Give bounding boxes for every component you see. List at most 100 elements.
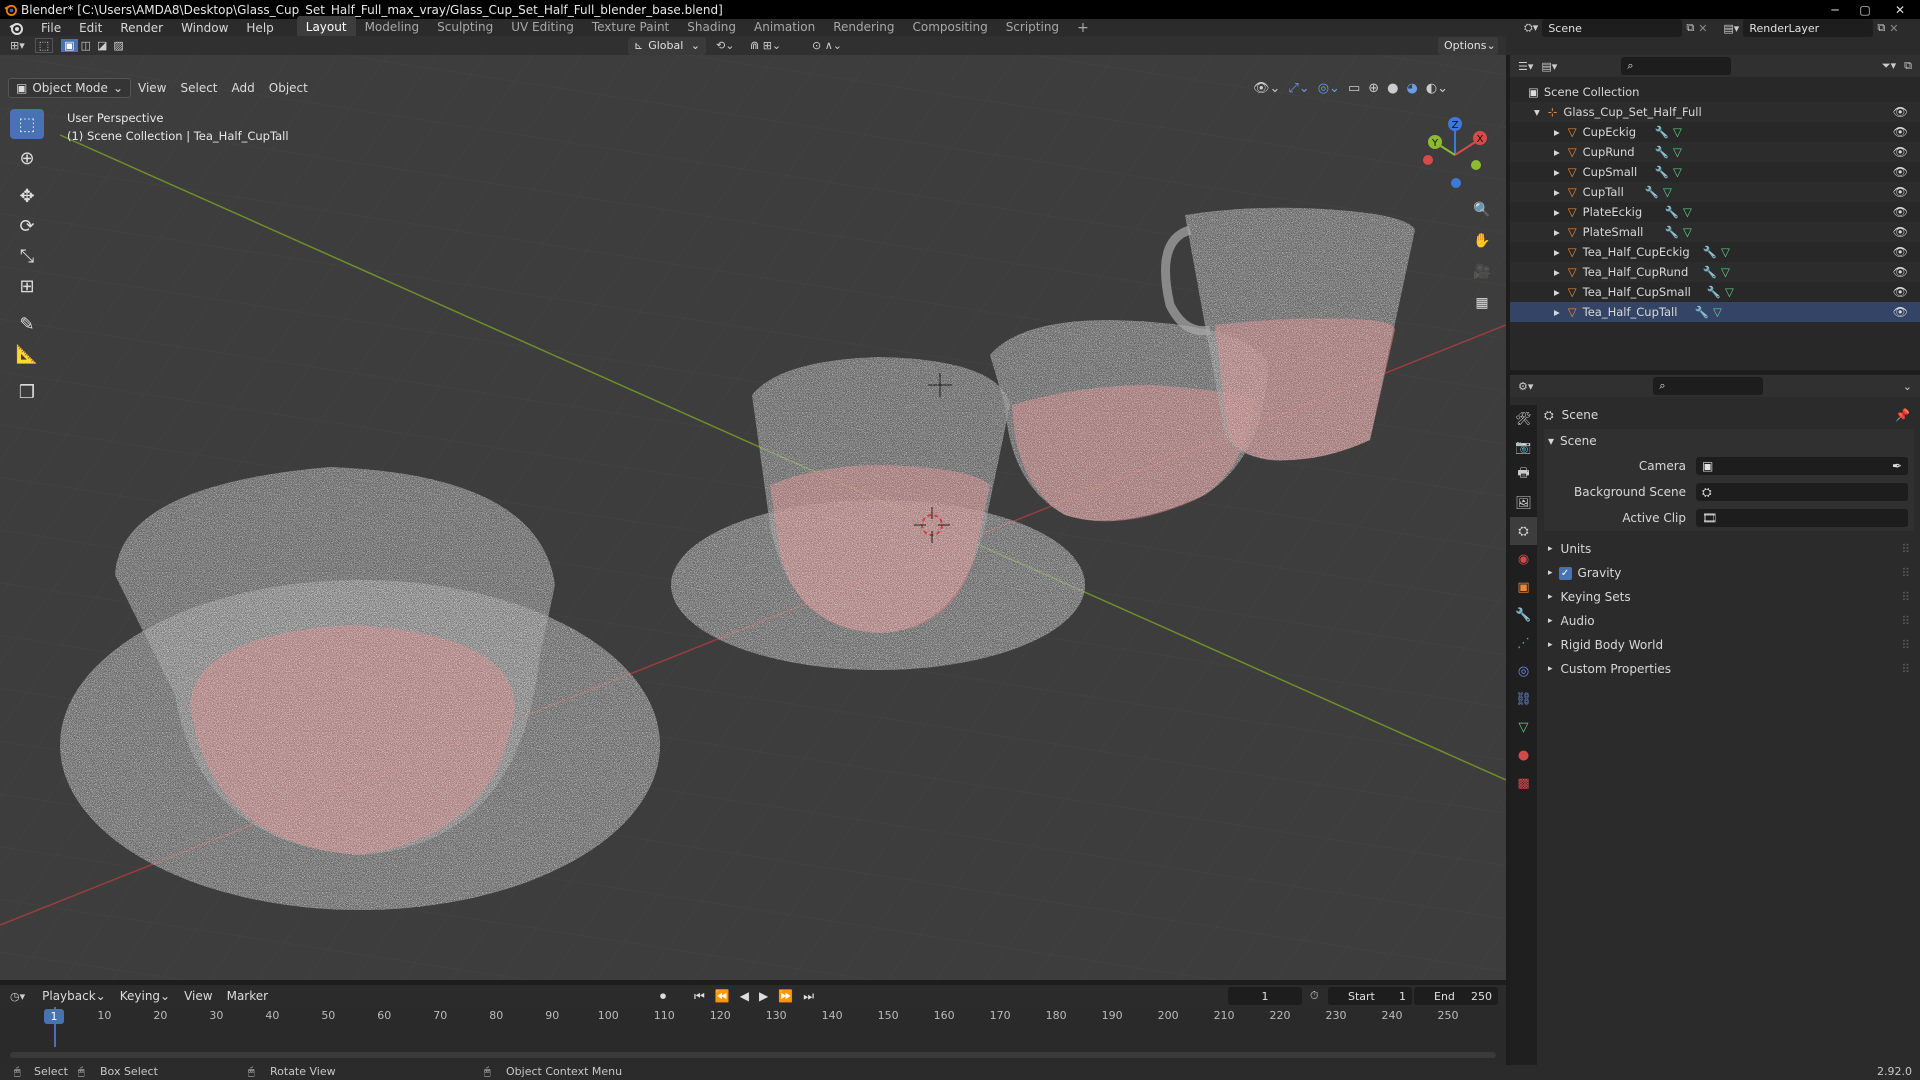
scene-tab-icon[interactable]: ⛭ bbox=[1510, 517, 1537, 545]
timeline-menu-keying[interactable]: Keying ⌄ bbox=[113, 986, 177, 1006]
object-tab-icon[interactable]: ▣ bbox=[1510, 573, 1537, 601]
camera-field[interactable]: ▣ ✒ bbox=[1696, 457, 1908, 475]
mesh-data-icon[interactable]: ▽ bbox=[1683, 225, 1692, 239]
scale-tool[interactable]: ⤡ bbox=[10, 241, 44, 271]
drag-handle-icon[interactable]: ⠿ bbox=[1901, 590, 1910, 604]
mesh-data-icon[interactable]: ▽ bbox=[1713, 305, 1722, 319]
stopwatch-icon[interactable]: ⏱ bbox=[1310, 989, 1319, 1003]
select-mode-new-icon[interactable]: ▣ bbox=[61, 39, 78, 52]
outliner-row-collection[interactable]: ▾ ⊹ Glass_Cup_Set_Half_Full 👁 bbox=[1510, 102, 1920, 122]
drag-handle-icon[interactable]: ⠿ bbox=[1901, 566, 1910, 580]
mesh-data-icon[interactable]: ▽ bbox=[1673, 125, 1682, 139]
rotate-tool[interactable]: ⟳ bbox=[10, 211, 44, 241]
next-keyframe-icon[interactable]: ⏩ bbox=[778, 989, 793, 1004]
menu-window[interactable]: Window bbox=[172, 21, 237, 35]
outliner-search-input[interactable]: ⌕ bbox=[1621, 57, 1732, 75]
eyedropper-icon[interactable]: ✒ bbox=[1892, 459, 1902, 473]
playhead-frame-label[interactable]: 1 bbox=[44, 1009, 64, 1024]
navigation-gizmo[interactable]: Z X Y bbox=[1420, 113, 1500, 193]
expand-arrow-icon[interactable]: ▸ bbox=[1554, 245, 1560, 259]
view-layer-tab-icon[interactable]: 🖼 bbox=[1510, 489, 1537, 517]
eye-icon[interactable]: 👁 bbox=[1893, 105, 1908, 119]
solid-shading-icon[interactable]: ● bbox=[1387, 81, 1398, 96]
outliner-row-object-active[interactable]: ▸ ▽ Tea_Half_CupTall 🔧 ▽ 👁 bbox=[1510, 302, 1920, 322]
eye-icon[interactable]: 👁 bbox=[1893, 245, 1908, 259]
current-frame-field[interactable]: 1 bbox=[1228, 987, 1302, 1005]
drag-handle-icon[interactable]: ⠿ bbox=[1901, 614, 1910, 628]
outliner-row-object[interactable]: ▸ ▽ PlateEckig 🔧 ▽ 👁 bbox=[1510, 202, 1920, 222]
mesh-data-icon[interactable]: ▽ bbox=[1721, 245, 1730, 259]
gravity-panel[interactable]: ▸ ✓ Gravity ⠿ bbox=[1544, 561, 1914, 585]
maximize-button[interactable]: ▢ bbox=[1850, 0, 1880, 19]
add-cube-tool[interactable]: ❒ bbox=[10, 377, 44, 407]
mesh-data-icon[interactable]: ▽ bbox=[1663, 185, 1672, 199]
expand-arrow-icon[interactable]: ▸ bbox=[1554, 285, 1560, 299]
eye-icon[interactable]: 👁 bbox=[1893, 165, 1908, 179]
scene-panel-header[interactable]: ▾ Scene bbox=[1544, 429, 1914, 453]
world-tab-icon[interactable]: ◉ bbox=[1510, 545, 1537, 573]
eye-icon[interactable]: 👁 bbox=[1893, 225, 1908, 239]
menu-file[interactable]: File bbox=[32, 21, 70, 35]
pan-hand-icon[interactable]: ✋ bbox=[1468, 226, 1496, 257]
mesh-data-icon[interactable]: ▽ bbox=[1673, 165, 1682, 179]
rendered-shading-icon[interactable]: ◐⌄ bbox=[1426, 81, 1448, 96]
pin-icon[interactable]: 📌 bbox=[1895, 408, 1910, 422]
measure-tool[interactable]: 📐 bbox=[10, 339, 44, 369]
modifier-wrench-icon[interactable]: 🔧 bbox=[1645, 185, 1659, 199]
modifier-wrench-icon[interactable]: 🔧 bbox=[1655, 165, 1669, 179]
object-mode-dropdown[interactable]: ▣ Object Mode ⌄ bbox=[8, 78, 131, 98]
timeline-editor-icon[interactable]: ◷▾ bbox=[10, 990, 25, 1003]
outliner-row-object[interactable]: ▸ ▽ Tea_Half_CupRund 🔧 ▽ 👁 bbox=[1510, 262, 1920, 282]
expand-arrow-icon[interactable]: ▸ bbox=[1554, 145, 1560, 159]
proportional-edit-icon[interactable]: ⊙ ∧⌄ bbox=[812, 39, 842, 52]
modifier-tab-icon[interactable]: 🔧 bbox=[1510, 601, 1537, 629]
scene-new-icon[interactable]: ⧉ bbox=[1686, 21, 1694, 35]
viewport-menu-view[interactable]: View bbox=[131, 78, 173, 98]
modifier-wrench-icon[interactable]: 🔧 bbox=[1707, 285, 1721, 299]
modifier-wrench-icon[interactable]: 🔧 bbox=[1655, 145, 1669, 159]
chevron-down-icon[interactable]: ⌄ bbox=[1903, 380, 1912, 393]
jump-start-icon[interactable]: ⏮ bbox=[694, 989, 705, 1004]
properties-editor-icon[interactable]: ⚙▾ bbox=[1518, 380, 1533, 393]
outliner-editor-icon[interactable]: ☰▾ bbox=[1518, 60, 1533, 73]
gravity-checkbox[interactable]: ✓ bbox=[1558, 566, 1572, 580]
transform-orientation-dropdown[interactable]: ⊾ Global ⌄ bbox=[628, 36, 706, 55]
display-mode-icon[interactable]: ▤▾ bbox=[1541, 60, 1557, 73]
renderlayer-icon[interactable]: ▤▾ bbox=[1723, 22, 1739, 35]
jump-end-icon[interactable]: ⏭ bbox=[803, 989, 814, 1004]
keying-sets-panel[interactable]: ▸ Keying Sets ⠿ bbox=[1544, 585, 1914, 609]
viewport-menu-object[interactable]: Object bbox=[262, 78, 315, 98]
editor-type-icon[interactable]: ⊞▾ bbox=[10, 39, 25, 52]
modifier-wrench-icon[interactable]: 🔧 bbox=[1703, 245, 1717, 259]
expand-arrow-icon[interactable]: ▸ bbox=[1554, 125, 1560, 139]
eye-icon[interactable]: 👁 bbox=[1893, 285, 1908, 299]
renderlayer-selector[interactable]: RenderLayer bbox=[1743, 19, 1874, 37]
renderlayer-new-icon[interactable]: ⧉ bbox=[1877, 21, 1885, 35]
outliner-row-object[interactable]: ▸ ▽ CupTall 🔧 ▽ 👁 bbox=[1510, 182, 1920, 202]
annotate-tool[interactable]: ✎ bbox=[10, 309, 44, 339]
scene-icon[interactable]: ⛭▾ bbox=[1524, 21, 1538, 35]
prev-keyframe-icon[interactable]: ⏪ bbox=[715, 989, 730, 1004]
mesh-data-icon[interactable]: ▽ bbox=[1725, 285, 1734, 299]
eye-icon[interactable]: 👁 bbox=[1893, 205, 1908, 219]
select-mode-extend-icon[interactable]: ◫ bbox=[78, 39, 94, 52]
move-tool[interactable]: ✥ bbox=[10, 181, 44, 211]
overlay-toggle-icon[interactable]: ◎⌄ bbox=[1318, 81, 1340, 96]
pivot-point-icon[interactable]: ⟲⌄ bbox=[716, 39, 734, 52]
data-tab-icon[interactable]: ▽ bbox=[1510, 713, 1537, 741]
viewport-menu-select[interactable]: Select bbox=[173, 78, 224, 98]
scene-remove-icon[interactable]: ✕ bbox=[1698, 22, 1707, 35]
expand-arrow-icon[interactable]: ▸ bbox=[1554, 265, 1560, 279]
modifier-wrench-icon[interactable]: 🔧 bbox=[1703, 265, 1717, 279]
render-tab-icon[interactable]: 📷 bbox=[1510, 433, 1537, 461]
close-button[interactable]: ✕ bbox=[1880, 0, 1920, 19]
timeline-menu-marker[interactable]: Marker bbox=[220, 986, 275, 1006]
outliner-row-object[interactable]: ▸ ▽ CupSmall 🔧 ▽ 👁 bbox=[1510, 162, 1920, 182]
timeline-scrollbar[interactable] bbox=[10, 1052, 1496, 1058]
wireframe-shading-icon[interactable]: ⊕ bbox=[1368, 81, 1379, 96]
eye-icon[interactable]: 👁 bbox=[1893, 145, 1908, 159]
drag-handle-icon[interactable]: ⠿ bbox=[1901, 542, 1910, 556]
select-mode-invert-icon[interactable]: ▨ bbox=[110, 39, 126, 52]
snap-icon[interactable]: ⋒ ⊞⌄ bbox=[750, 39, 781, 52]
outliner-row-object[interactable]: ▸ ▽ CupRund 🔧 ▽ 👁 bbox=[1510, 142, 1920, 162]
